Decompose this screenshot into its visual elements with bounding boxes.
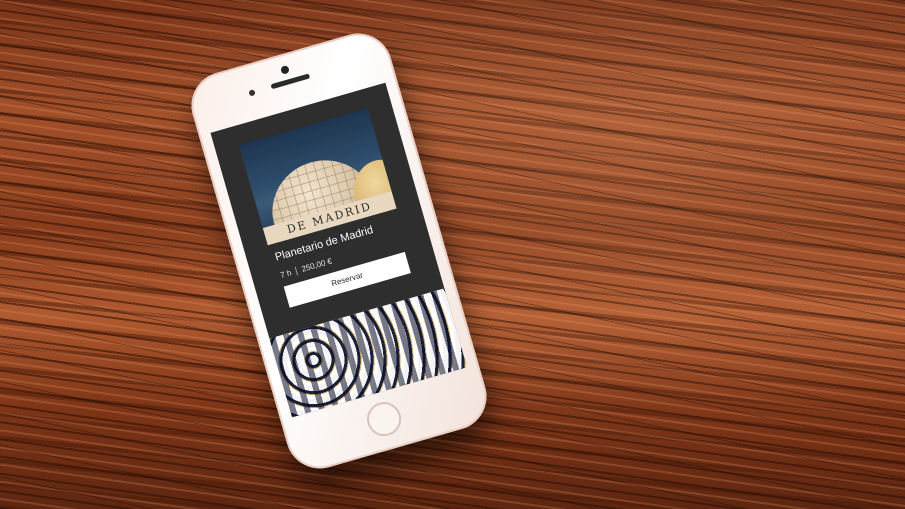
wood-grain [0, 0, 905, 509]
next-card-pattern [269, 288, 467, 418]
home-button-icon[interactable] [363, 398, 406, 441]
wood-background: DE MADRID Planetario de Madrid 7 h 250,0… [0, 0, 905, 509]
front-camera-icon [280, 64, 290, 75]
speaker-icon [270, 73, 311, 90]
duration-label: 7 h [279, 268, 293, 280]
price-label: 250,00 € [300, 256, 333, 274]
meta-divider [294, 266, 299, 276]
proximity-sensor [248, 89, 256, 97]
reserve-button[interactable]: Reservar [283, 251, 411, 308]
